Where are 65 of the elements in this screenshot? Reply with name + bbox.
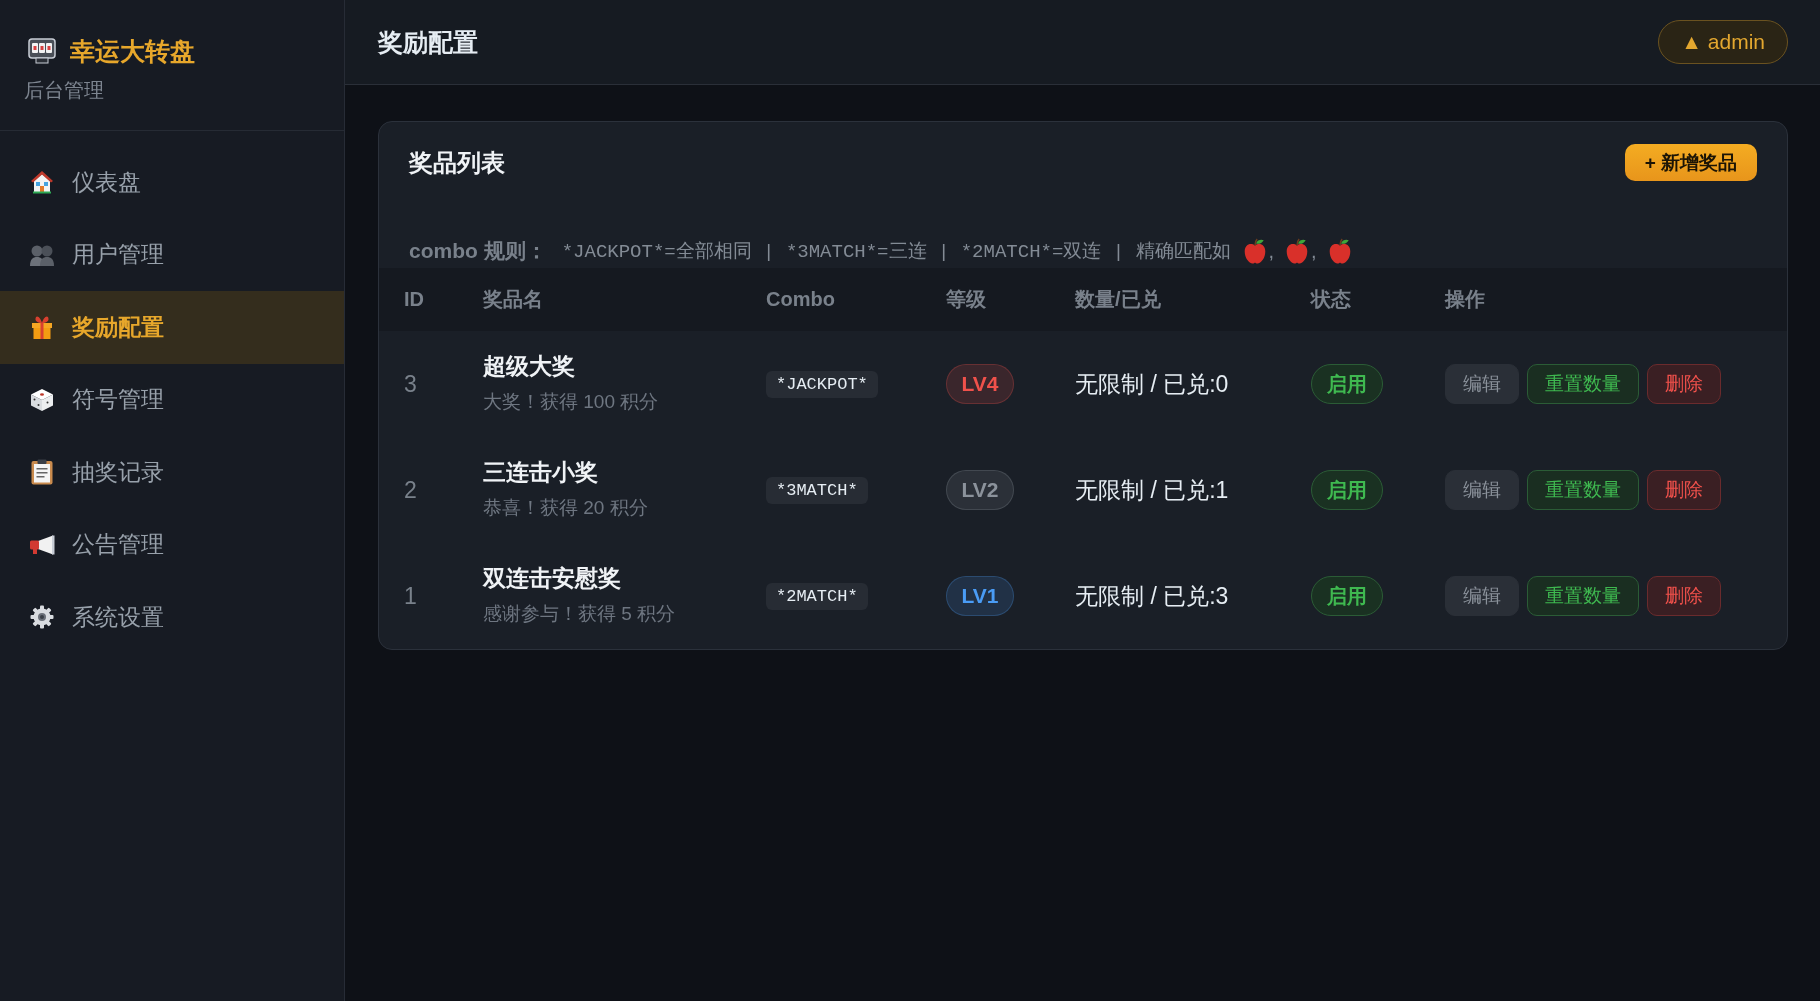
separator-text: , — [1311, 239, 1317, 263]
delete-button[interactable]: 删除 — [1647, 364, 1721, 404]
nav-item[interactable]: 公告管理 — [0, 508, 344, 581]
combo-code: *2MATCH* — [766, 582, 868, 610]
nav-item[interactable]: 抽奖记录 — [0, 436, 344, 509]
brand-subtitle: 后台管理 — [24, 78, 105, 102]
apple-icon — [1243, 238, 1266, 264]
level-text: LV4 — [961, 373, 999, 395]
reset-button[interactable]: 重置数量 — [1527, 576, 1639, 616]
user-menu[interactable]: ▲ admin — [1658, 20, 1788, 64]
settings-icon — [30, 605, 54, 630]
house-icon — [30, 170, 54, 195]
rule-text: *JACKPOT*=全部相同 | *3MATCH*=三连 | *2MATCH*=双连 | 精确匹配如 — [561, 240, 1231, 264]
column-header: 状态 — [1311, 287, 1351, 312]
edit-button[interactable]: 编辑 — [1445, 364, 1519, 404]
gift-icon — [30, 315, 54, 340]
nav-item[interactable]: 系统设置 — [0, 581, 344, 654]
panel-title: 奖品列表 — [409, 147, 505, 178]
prize-id: 1 — [404, 582, 417, 610]
prize-description: 恭喜！获得 20 积分 — [483, 496, 648, 520]
megaphone-icon — [29, 534, 55, 555]
status-tag: 启用 — [1311, 364, 1383, 404]
column-header: 数量/已兑 — [1075, 287, 1161, 312]
nav-item[interactable]: 用户管理 — [0, 218, 344, 291]
level-text: LV1 — [961, 585, 999, 607]
column-header: Combo — [766, 288, 835, 311]
reset-button[interactable]: 重置数量 — [1527, 364, 1639, 404]
reset-button[interactable]: 重置数量 — [1527, 470, 1639, 510]
status-tag: 启用 — [1311, 470, 1383, 510]
apple-icon — [1328, 238, 1351, 264]
rule-label: combo 规则： — [409, 238, 547, 264]
page-title: 奖励配置 — [378, 26, 478, 58]
prize-description: 大奖！获得 100 积分 — [483, 390, 659, 414]
column-header: ID — [404, 288, 424, 311]
separator-text: , — [1268, 239, 1275, 263]
prize-description: 感谢参与！获得 5 积分 — [483, 602, 676, 626]
delete-button[interactable]: 删除 — [1647, 576, 1721, 616]
delete-button[interactable]: 删除 — [1647, 470, 1721, 510]
nav-item[interactable]: 奖励配置 — [0, 291, 344, 364]
status-tag: 启用 — [1311, 576, 1383, 616]
combo-code: *3MATCH* — [766, 476, 868, 504]
nav-item[interactable]: 符号管理 — [0, 363, 344, 436]
column-header: 奖品名 — [483, 287, 543, 312]
level-text: LV2 — [961, 479, 999, 501]
quantity-text: 无限制 / 已兑:0 — [1075, 369, 1229, 399]
nav-item[interactable]: 仪表盘 — [0, 146, 344, 219]
prize-name: 双连击安慰奖 — [483, 564, 621, 592]
clipboard-icon — [31, 459, 53, 486]
prize-id: 3 — [404, 370, 417, 398]
edit-button[interactable]: 编辑 — [1445, 470, 1519, 510]
quantity-text: 无限制 / 已兑:3 — [1075, 581, 1229, 611]
brand-title: 幸运大转盘 — [70, 36, 195, 66]
slot-machine-icon — [28, 38, 56, 64]
quantity-text: 无限制 / 已兑:1 — [1075, 475, 1229, 505]
prize-id: 2 — [404, 476, 417, 504]
combo-code: *JACKPOT* — [766, 370, 878, 398]
column-header: 等级 — [946, 287, 986, 312]
edit-button[interactable]: 编辑 — [1445, 576, 1519, 616]
apple-icon — [1286, 238, 1309, 264]
prize-name: 三连击小奖 — [483, 458, 598, 486]
add-prize-button[interactable]: + 新增奖品 — [1624, 144, 1757, 181]
people-icon — [29, 243, 55, 266]
column-header: 操作 — [1445, 287, 1485, 312]
dice-icon — [30, 387, 54, 412]
prize-name: 超级大奖 — [483, 352, 575, 380]
